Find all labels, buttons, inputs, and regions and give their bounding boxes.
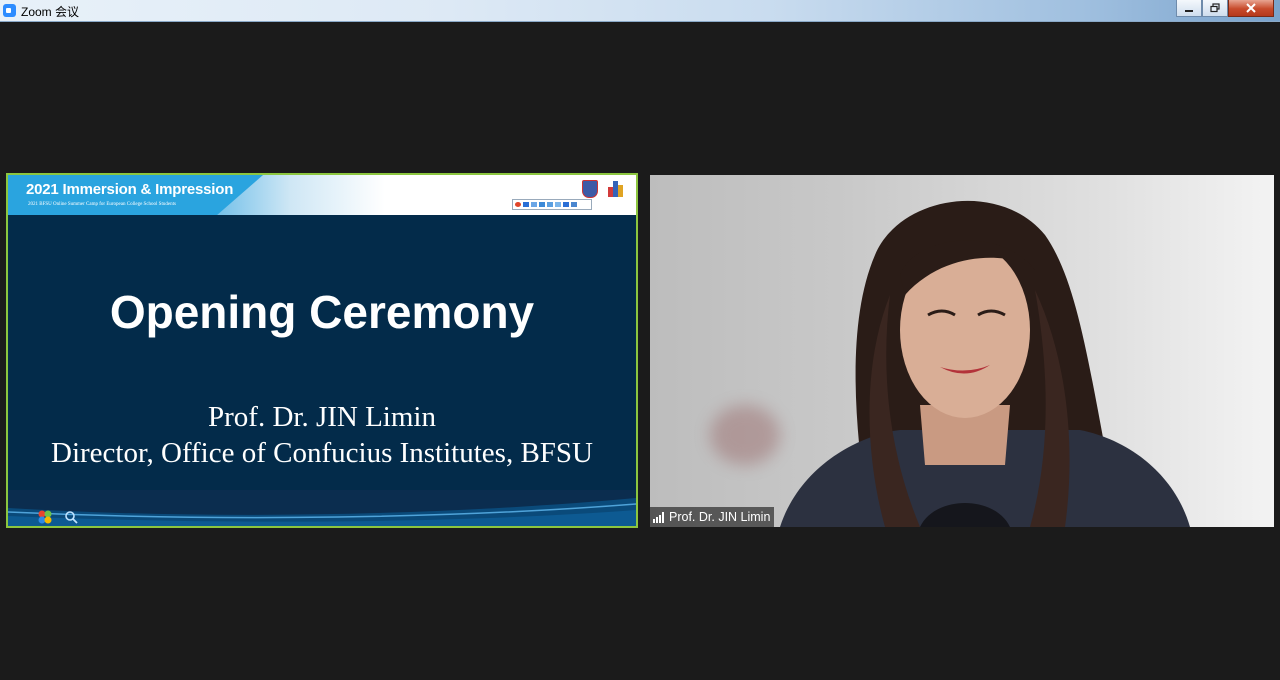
slide-header-title: 2021 Immersion & Impression — [26, 181, 234, 198]
window-titlebar: Zoom 会议 — [0, 0, 1280, 22]
minimize-button[interactable] — [1176, 0, 1202, 17]
close-icon — [1246, 3, 1256, 13]
participant-video-frame — [780, 200, 1190, 527]
university-crest-icon — [582, 180, 598, 198]
search-icon[interactable] — [64, 510, 78, 524]
close-button[interactable] — [1228, 0, 1274, 17]
restore-button[interactable] — [1202, 0, 1228, 17]
participant-name: Prof. Dr. JIN Limin — [669, 510, 771, 524]
slide-header: 2021 Immersion & Impression 2021 BFSU On… — [8, 175, 636, 215]
zoom-app-icon — [3, 4, 16, 17]
slide-header-subtitle: 2021 BFSU Online Summer Camp for Europea… — [28, 202, 176, 207]
slide-speaker-role: Director, Office of Confucius Institutes… — [51, 437, 593, 469]
window-title: Zoom 会议 — [21, 5, 80, 19]
minimize-icon — [1185, 10, 1193, 12]
institute-logo-icon — [608, 180, 626, 197]
participant-name-tag: Prof. Dr. JIN Limin — [650, 507, 775, 527]
shared-screen-tile[interactable]: 2021 Immersion & Impression 2021 BFSU On… — [6, 173, 638, 528]
slide-heading: Opening Ceremony — [109, 286, 535, 338]
input-toolbar — [512, 199, 592, 210]
signal-bars-icon — [653, 511, 664, 523]
window-controls — [1176, 0, 1274, 18]
restore-icon — [1209, 3, 1220, 13]
windows-logo-icon — [38, 510, 52, 524]
slide-footer-icons — [38, 510, 78, 524]
slide-footer-wave — [8, 498, 636, 526]
participant-video-tile[interactable]: Prof. Dr. JIN Limin — [650, 175, 1274, 527]
slide-speaker-name: Prof. Dr. JIN Limin — [208, 401, 436, 433]
